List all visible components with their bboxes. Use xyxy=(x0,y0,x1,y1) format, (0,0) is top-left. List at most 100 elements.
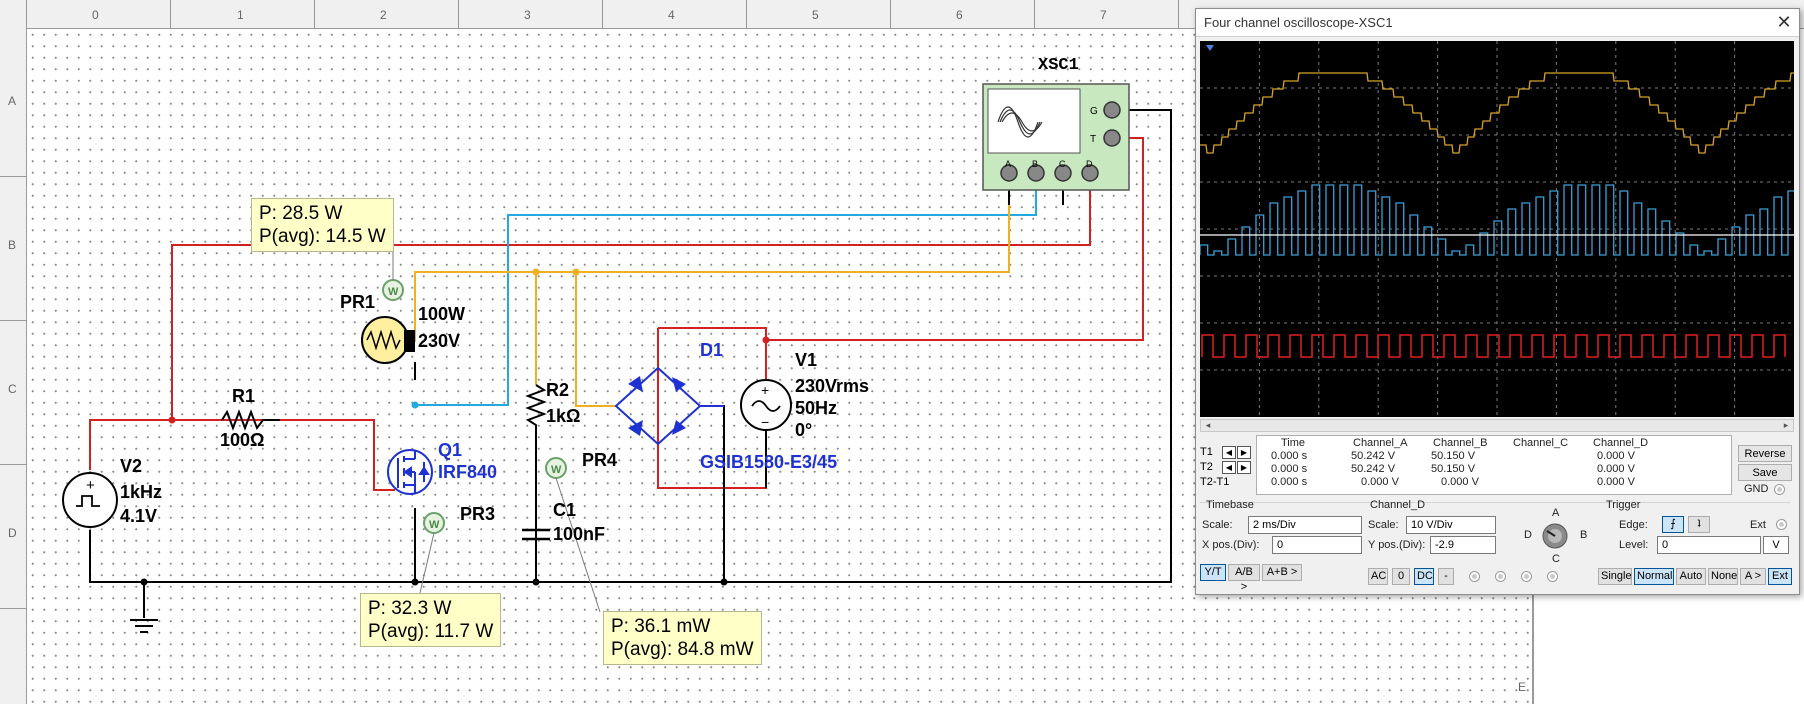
coupling-minus-button[interactable]: - xyxy=(1438,568,1454,585)
pr1-readout[interactable]: P: 28.5 W P(avg): 14.5 W xyxy=(251,198,394,252)
t1-left-arrow-icon[interactable]: ◀ xyxy=(1222,446,1236,459)
trigger-ext-label: Ext xyxy=(1750,519,1766,531)
trigger-ext-button[interactable]: Ext xyxy=(1768,568,1792,585)
level-unit-select[interactable]: V xyxy=(1763,536,1789,554)
cursor-diff-row: T2-T1 xyxy=(1200,475,1255,490)
pr4-w-glyph: W xyxy=(551,464,562,476)
xpos-input[interactable]: 0 xyxy=(1272,536,1362,554)
xpos-label: X pos.(Div): xyxy=(1202,539,1260,551)
pr4-readout[interactable]: P: 36.1 mW P(avg): 84.8 mW xyxy=(603,611,762,665)
col-channel-b-header: Channel_B xyxy=(1433,437,1488,449)
timebase-scale-input[interactable]: 2 ms/Div xyxy=(1248,516,1362,534)
pr3-label: PR3 xyxy=(460,504,496,524)
d1-part-label: GSIB1580-E3/45 xyxy=(700,452,838,472)
coupling-zero-button[interactable]: 0 xyxy=(1392,568,1410,585)
cursor-readout: T1 ◀ ▶ T2 ◀ ▶ T2-T1 Time Channel_A Channel… xyxy=(1200,435,1794,497)
col-channel-c-header: Channel_C xyxy=(1513,437,1569,449)
r2-name-label: R2 xyxy=(546,380,570,400)
coupling-dc-button[interactable]: DC xyxy=(1414,568,1434,585)
v1-name-label: V1 xyxy=(795,350,818,370)
channel-radio-2[interactable] xyxy=(1495,571,1506,582)
oscilloscope-window[interactable]: Four channel oscilloscope-XSC1 ✕ ◂ ▸ T1 … xyxy=(1195,8,1800,595)
gnd-radio[interactable] xyxy=(1774,484,1785,495)
t2-right-arrow-icon[interactable]: ▶ xyxy=(1237,461,1251,474)
wire-bridge-in xyxy=(575,272,616,407)
oscilloscope-screen[interactable] xyxy=(1200,41,1794,417)
trigger-single-button[interactable]: Single xyxy=(1598,568,1632,585)
edge-fall-button[interactable]: ʇ xyxy=(1688,516,1710,533)
v2-source-icon: + xyxy=(62,472,118,528)
lamp-icon xyxy=(361,316,415,364)
close-button[interactable]: ✕ xyxy=(1773,11,1795,33)
r1-name-label: R1 xyxy=(232,386,256,406)
save-button[interactable]: Save xyxy=(1738,464,1792,481)
channel-radio-1[interactable] xyxy=(1469,571,1480,582)
scroll-right-icon[interactable]: ▸ xyxy=(1779,420,1793,431)
edge-rise-button[interactable]: ⨍ xyxy=(1662,516,1684,533)
xsc-c-label: C xyxy=(1059,159,1066,169)
mode-ab-button[interactable]: A/B > xyxy=(1228,564,1260,593)
trace-channel-d xyxy=(1201,334,1786,358)
v2-amp-label: 4.1V xyxy=(120,506,158,526)
knob-b-label: B xyxy=(1580,529,1588,541)
q1-name-label: Q1 xyxy=(438,440,463,460)
level-input[interactable]: 0 xyxy=(1657,536,1761,554)
knob-c-label: C xyxy=(1552,553,1560,565)
pr4-label: PR4 xyxy=(582,450,618,470)
r2-value-label: 1kΩ xyxy=(546,406,581,426)
trigger-ext-radio[interactable] xyxy=(1776,519,1787,530)
t1-right-arrow-icon[interactable]: ▶ xyxy=(1237,446,1251,459)
timebase-scale-label: Scale: xyxy=(1202,519,1233,531)
r1-value-label: 100Ω xyxy=(220,430,265,450)
cursor-t1-row: T1 ◀ ▶ xyxy=(1200,445,1255,460)
mode-aplusb-button[interactable]: A+B > xyxy=(1262,564,1302,581)
cursor-t2-row: T2 ◀ ▶ xyxy=(1200,460,1255,475)
pr3-w-glyph: W xyxy=(429,519,440,531)
pr3-readout[interactable]: P: 32.3 W P(avg): 11.7 W xyxy=(360,593,502,647)
pr4-avg: P(avg): 84.8 mW xyxy=(611,639,754,660)
svg-text:−: − xyxy=(761,414,769,430)
trigger-auto-button[interactable]: Auto xyxy=(1676,568,1706,585)
knob-a-label: A xyxy=(1552,507,1560,519)
ypos-input[interactable]: -2.9 xyxy=(1430,536,1496,554)
t2-left-arrow-icon[interactable]: ◀ xyxy=(1222,461,1236,474)
channel-radio-4[interactable] xyxy=(1547,571,1558,582)
xsc1-component xyxy=(982,83,1130,191)
gnd-label: GND xyxy=(1744,483,1769,495)
screen-scrollbar[interactable]: ◂ ▸ xyxy=(1200,419,1794,432)
probe-leaders xyxy=(392,245,601,613)
trigger-normal-button[interactable]: Normal xyxy=(1634,568,1674,585)
mode-yt-button[interactable]: Y/T xyxy=(1200,564,1226,581)
xsc-t-label: T xyxy=(1090,134,1097,145)
diff-channel-a: 0.000 V xyxy=(1361,476,1399,488)
screen-grid xyxy=(1200,41,1794,417)
trigger-a-button[interactable]: A > xyxy=(1740,568,1766,585)
edge-label: Edge: xyxy=(1619,519,1648,531)
ground-icon xyxy=(130,619,158,633)
c1-name-label: C1 xyxy=(553,500,577,520)
pr1-w-glyph: W xyxy=(388,286,399,298)
t2-channel-a: 50.242 V xyxy=(1351,463,1396,475)
oscilloscope-title: Four channel oscilloscope-XSC1 xyxy=(1204,15,1393,30)
t1-channel-d: 0.000 V xyxy=(1597,450,1635,462)
level-label: Level: xyxy=(1619,539,1649,551)
scroll-left-icon[interactable]: ◂ xyxy=(1201,420,1215,431)
xsc-b-label: B xyxy=(1032,159,1039,169)
reverse-button[interactable]: Reverse xyxy=(1738,445,1792,462)
channel-knob-icon[interactable] xyxy=(1540,521,1570,551)
trigger-none-button[interactable]: None xyxy=(1708,568,1738,585)
d1-bridge-icon xyxy=(614,366,724,446)
v1-freq-label: 50Hz xyxy=(795,398,838,418)
c1-value-label: 100nF xyxy=(553,524,606,544)
wire-scope-b xyxy=(415,183,1037,406)
cursor-t1-marker[interactable] xyxy=(1206,45,1214,51)
coupling-ac-button[interactable]: AC xyxy=(1368,568,1388,585)
channel-radio-3[interactable] xyxy=(1521,571,1532,582)
pr1-label: PR1 xyxy=(340,292,376,312)
oscilloscope-titlebar[interactable]: Four channel oscilloscope-XSC1 ✕ xyxy=(1196,9,1799,37)
channel-title: Channel_D xyxy=(1370,499,1426,511)
pr4-power: P: 36.1 mW xyxy=(611,616,711,637)
q1-mosfet-icon xyxy=(387,449,433,495)
t2-time: 0.000 s xyxy=(1271,463,1308,475)
channel-scale-input[interactable]: 10 V/Div xyxy=(1406,516,1496,534)
